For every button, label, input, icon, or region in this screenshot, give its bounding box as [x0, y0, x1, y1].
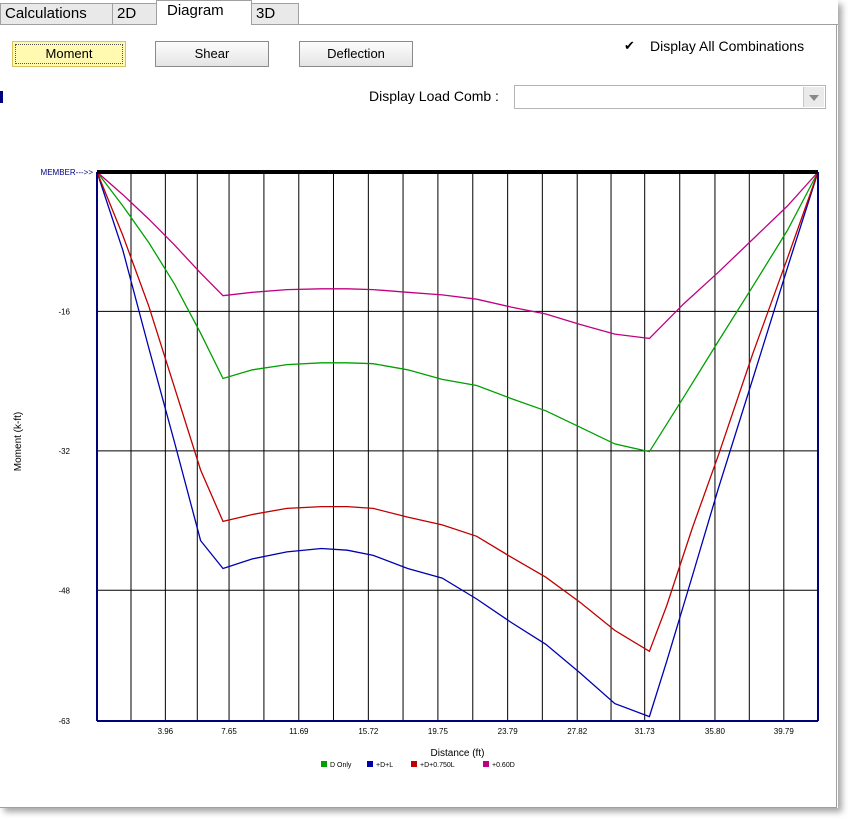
chart-legend: D Only +D+L +D+0.750L +0.60D: [321, 761, 515, 769]
y-tick-label: -63: [58, 717, 70, 726]
x-tick-label: 19.75: [428, 727, 449, 736]
legend-swatch: [411, 761, 417, 767]
series-line-1: [96, 171, 819, 718]
chart-series: [96, 171, 819, 718]
legend-label: +D+0.750L: [420, 762, 455, 769]
y-tick-label: -32: [58, 447, 70, 456]
moment-chart: MEMBER--->> -16 -32 -48 -63 3.96 7.65 11.69 15.7…: [13, 168, 819, 769]
y-tick-label: -16: [58, 307, 70, 316]
x-tick-label: 7.65: [221, 727, 237, 736]
chart-frame: [96, 170, 819, 722]
x-tick-label: 15.72: [358, 727, 379, 736]
x-tick-label: 39.79: [774, 727, 795, 736]
x-tick-label: 23.79: [498, 727, 519, 736]
chart-grid: [97, 172, 818, 721]
member-label: MEMBER--->>: [41, 168, 94, 177]
legend-swatch: [367, 761, 373, 767]
legend-swatch: [321, 761, 327, 767]
series-line-3: [96, 171, 819, 340]
x-axis-title: Distance (ft): [431, 748, 485, 759]
x-tick-label: 27.82: [567, 727, 588, 736]
legend-swatch: [483, 761, 489, 767]
legend-label: +D+L: [376, 762, 393, 769]
tab-diagram[interactable]: Diagram: [156, 0, 252, 25]
series-line-2: [96, 171, 819, 653]
x-tick-label: 11.69: [289, 727, 309, 736]
x-tick-label: 35.80: [705, 727, 726, 736]
diagram-window: Calculations 2D Diagram 3D Moment Shear …: [0, 0, 838, 808]
y-axis-title: Moment (k-ft): [13, 412, 24, 471]
x-tick-label: 31.73: [635, 727, 656, 736]
x-tick-label: 3.96: [158, 727, 174, 736]
legend-label: +0.60D: [492, 762, 515, 769]
legend-label: D Only: [330, 762, 352, 769]
y-tick-label: -48: [58, 586, 70, 595]
